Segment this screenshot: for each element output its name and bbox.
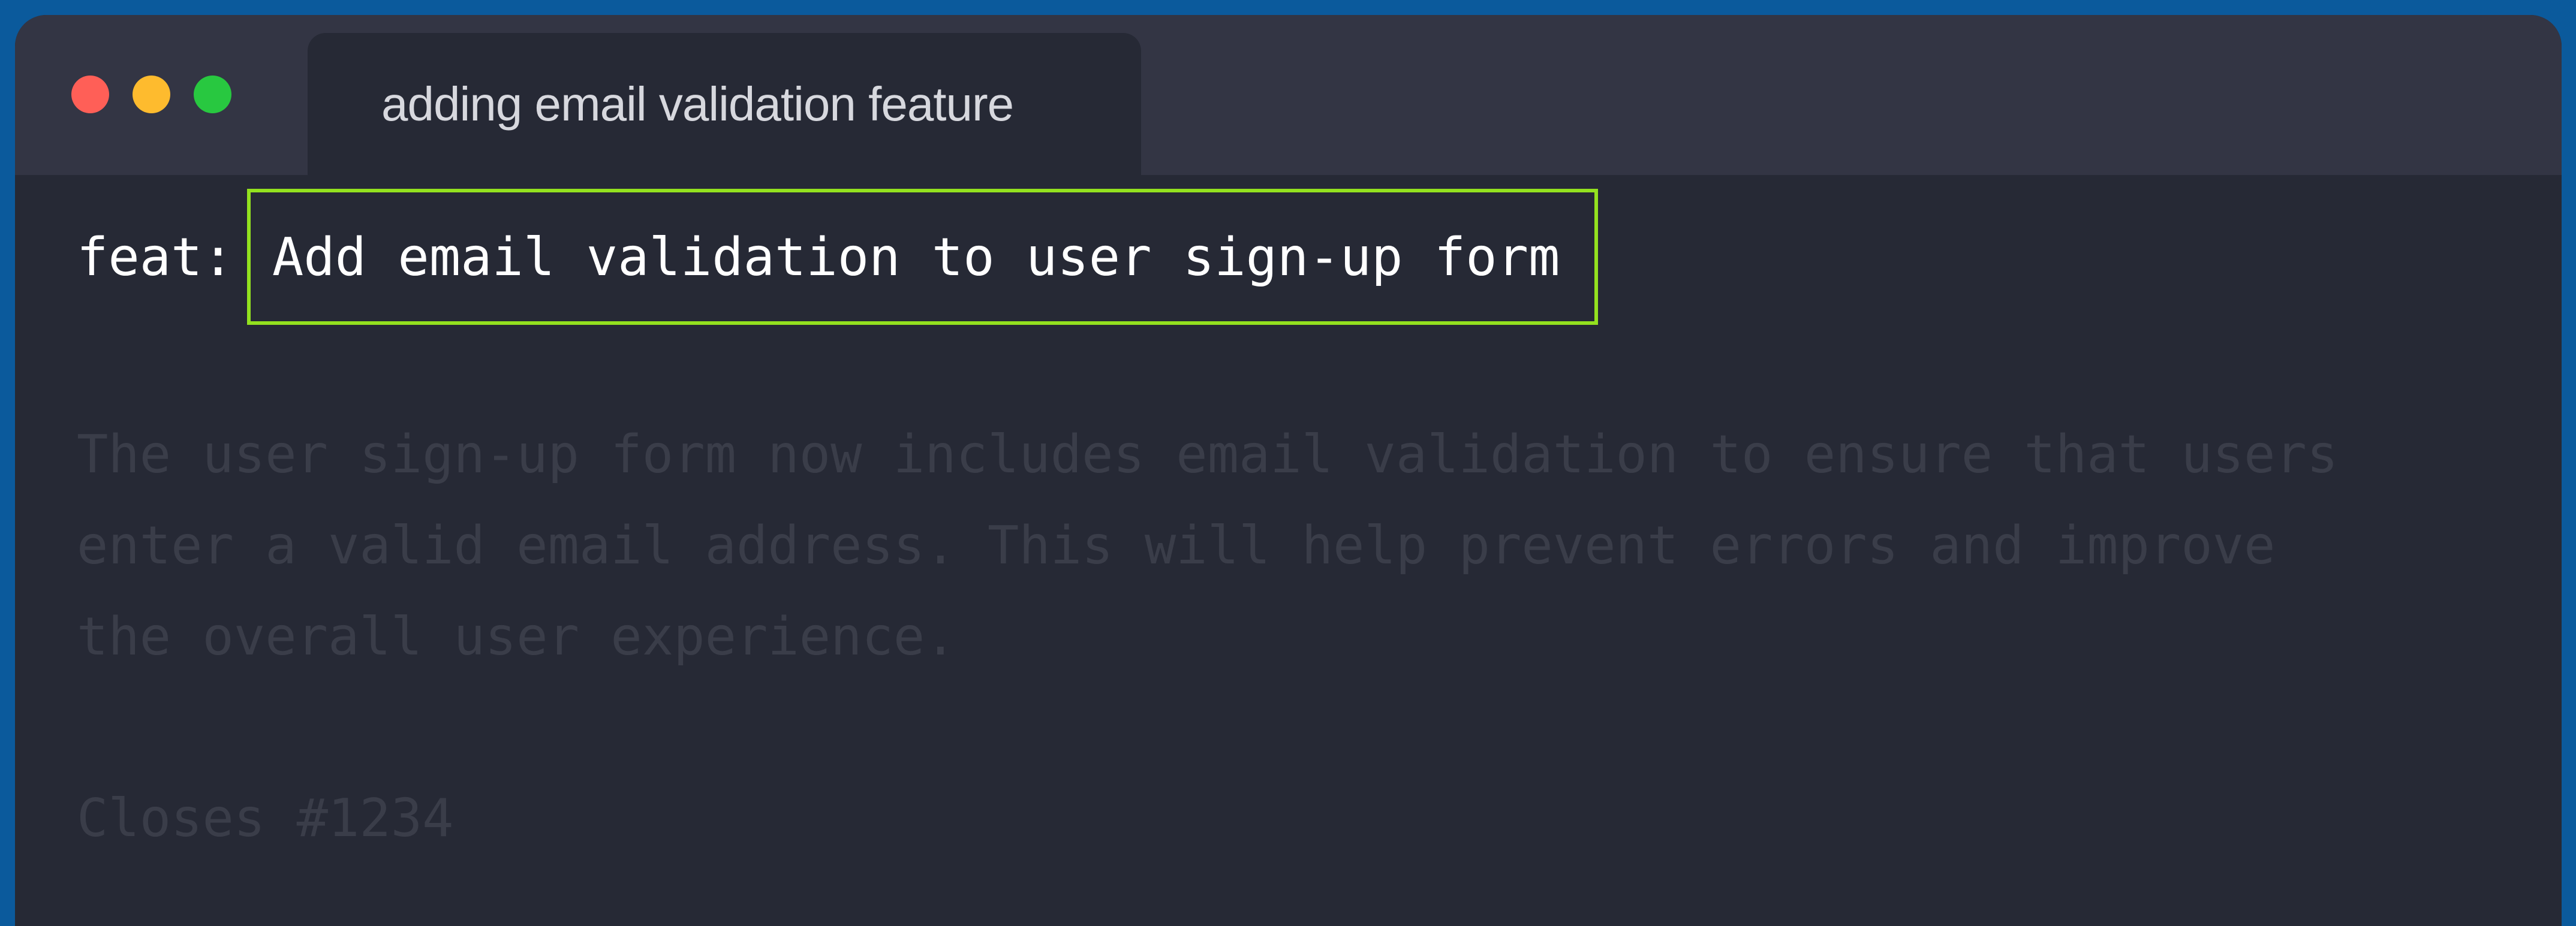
tab-commit-message[interactable]: adding email validation feature [308, 33, 1141, 175]
window-titlebar: adding email validation feature [15, 15, 2562, 175]
zoom-window-button[interactable] [194, 76, 231, 113]
commit-body-line-2: enter a valid email address. This will h… [77, 515, 2276, 576]
editor-window: adding email validation feature feat: Ad… [15, 15, 2562, 926]
commit-subject-line: feat: Add email validation to user sign-… [77, 189, 1599, 325]
tab-title: adding email validation feature [381, 77, 1014, 131]
commit-body-line-3: the overall user experience. [77, 606, 956, 667]
highlighted-commit-subject: Add email validation to user sign-up for… [246, 189, 1599, 325]
close-window-button[interactable] [71, 76, 109, 113]
commit-footer: Closes #1234 [77, 788, 454, 849]
commit-body: The user sign-up form now includes email… [77, 409, 2535, 682]
commit-type-prefix: feat: [77, 226, 234, 288]
commit-subject-text: Add email validation to user sign-up for… [272, 226, 1560, 288]
commit-body-line-1: The user sign-up form now includes email… [77, 424, 2339, 485]
commit-message-editor[interactable]: feat: Add email validation to user sign-… [15, 175, 2562, 926]
minimize-window-button[interactable] [133, 76, 170, 113]
